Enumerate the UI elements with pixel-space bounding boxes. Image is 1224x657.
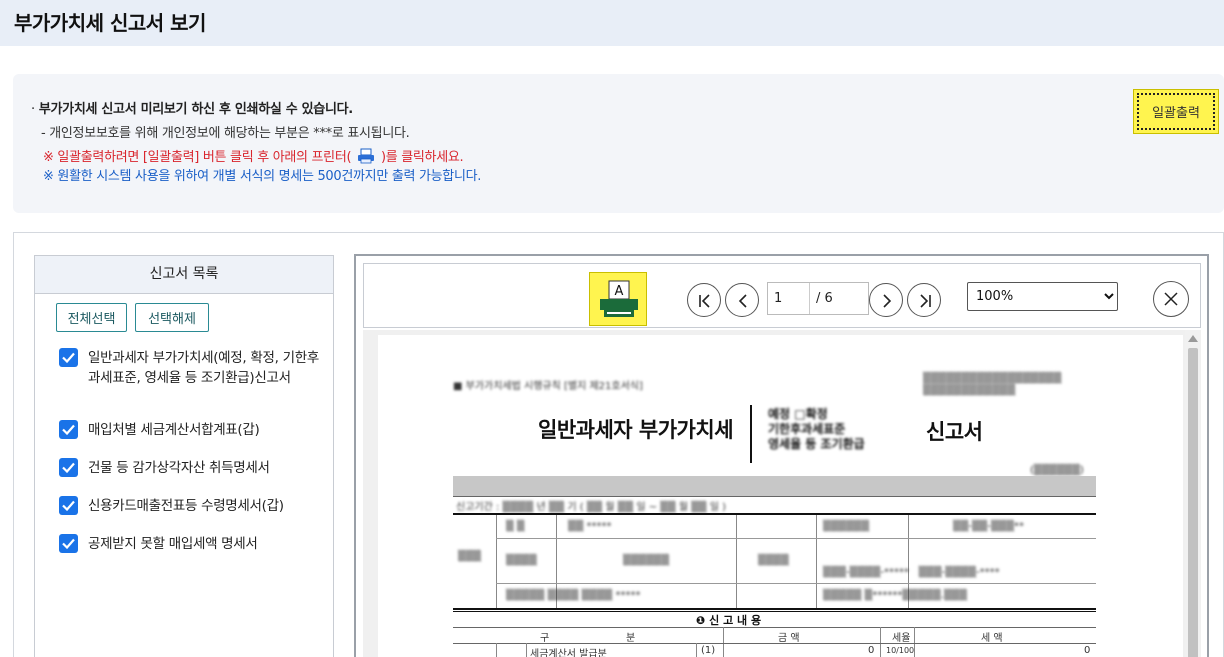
report-list-panel: 신고서 목록 전체선택 선택해제 일반과세자 부가가치세(예정, 확정, 기한후… xyxy=(34,255,334,657)
form-header-bar xyxy=(453,476,1096,496)
form-header-note: ■ 부가가치세법 시행규칙 [별지 제21호서식] xyxy=(453,381,643,392)
page-total: / 6 xyxy=(816,291,833,306)
select-all-button[interactable]: 전체선택 xyxy=(56,303,127,332)
viewer-toolbar: A / 6 xyxy=(363,263,1201,328)
page-indicator: / 6 xyxy=(767,282,869,315)
form-cell: ▒▒▒▒ xyxy=(506,555,537,566)
row-code: (1) xyxy=(701,645,716,656)
printer-icon: A xyxy=(600,280,638,317)
checkbox-checked-icon[interactable] xyxy=(59,420,78,439)
form-cell: ▒▒▒ xyxy=(458,551,482,562)
document-page: ■ 부가가치세법 시행규칙 [별지 제21호서식] ▒▒▒▒▒▒▒▒▒▒▒▒▒▒… xyxy=(378,335,1183,657)
document-viewer: A / 6 xyxy=(354,254,1209,657)
rule xyxy=(453,643,1096,644)
notice-line-1: · 부가가치세 신고서 미리보기 하신 후 인쇄하실 수 있습니다. xyxy=(31,102,353,117)
row-label: 세금계산서 발급분 xyxy=(530,649,607,657)
close-viewer-button[interactable] xyxy=(1153,281,1189,317)
column-header: 세 액 xyxy=(981,633,1003,644)
rule xyxy=(526,643,527,657)
notice-line-4: ※ 원활한 시스템 사용을 위하여 개별 서식의 명세는 500건까지만 출력 … xyxy=(43,169,482,184)
report-item-label: 건물 등 감가상각자산 취득명세서 xyxy=(88,460,270,476)
section-title: ❶ 신 고 내 용 xyxy=(696,614,762,627)
form-cell: ▒▒▒▒ xyxy=(758,555,789,566)
form-period-line: 신고기간 : ▒▒▒▒ 년 ▒▒ 기 ( ▒▒ 월 ▒▒ 일 ~ ▒▒ 월 ▒▒… xyxy=(456,502,727,513)
checkbox-checked-icon[interactable] xyxy=(59,496,78,515)
rule xyxy=(496,643,497,657)
report-item[interactable]: 일반과세자 부가가치세(예정, 확정, 기한후과세표준, 영세율 등 조기환급)… xyxy=(59,348,321,388)
rule xyxy=(816,515,817,608)
form-cell: ▒ ▒ xyxy=(506,521,525,532)
chevron-left-icon xyxy=(738,294,747,308)
rule xyxy=(496,583,1096,584)
rule xyxy=(496,515,497,608)
checkbox-checked-icon[interactable] xyxy=(59,458,78,477)
scroll-up-icon[interactable] xyxy=(1188,335,1198,342)
form-header-right: ▒▒▒▒▒▒▒▒▒▒▒▒▒▒▒▒▒▒ ▒▒▒▒▒▒▒▒▒▒▒▒ xyxy=(923,373,1062,396)
form-cell: ▒▒▒▒▒ ▒▒▒▒ ▒▒▒▒ ***** xyxy=(506,590,641,601)
report-item[interactable]: 공제받지 못할 매입세액 명세서 xyxy=(59,534,321,554)
row-tax: 0 xyxy=(1084,645,1091,656)
next-page-button[interactable] xyxy=(869,283,903,317)
rule xyxy=(880,627,881,657)
rule xyxy=(453,611,1096,612)
column-header: 금 액 xyxy=(778,633,800,644)
rule xyxy=(453,513,1096,515)
title-divider xyxy=(750,405,752,463)
report-item-label: 공제받지 못할 매입세액 명세서 xyxy=(88,536,258,552)
rule xyxy=(736,515,737,608)
rule xyxy=(453,608,1096,610)
bulk-print-button[interactable]: 일괄출력 xyxy=(1133,89,1219,134)
rule xyxy=(696,643,697,657)
rule xyxy=(453,496,1096,497)
last-page-icon xyxy=(920,294,931,308)
checkbox-checked-icon[interactable] xyxy=(59,348,78,367)
report-item-label: 매입처별 세금계산서합계표(갑) xyxy=(88,422,260,438)
rule xyxy=(453,627,1096,628)
report-item-label: 신용카드매출전표등 수령명세서(갑) xyxy=(88,498,284,514)
report-item[interactable]: 건물 등 감가상각자산 취득명세서 xyxy=(59,458,321,478)
page-number-input[interactable] xyxy=(768,283,810,314)
rule xyxy=(496,538,1096,539)
zoom-select[interactable]: 100% xyxy=(967,282,1118,311)
row-rate: 10/100 xyxy=(886,646,915,655)
close-icon xyxy=(1164,292,1178,306)
printer-icon xyxy=(357,148,375,164)
form-cell: ▒▒▒▒▒▒ xyxy=(823,521,870,532)
print-button[interactable]: A xyxy=(589,272,647,326)
form-title-left: 일반과세자 부가가치세 xyxy=(538,418,734,442)
title-bar: 부가가치세 신고서 보기 xyxy=(0,0,1224,46)
column-header: 분 xyxy=(626,633,636,644)
report-list-header: 신고서 목록 xyxy=(35,256,333,294)
document-area[interactable]: ■ 부가가치세법 시행규칙 [별지 제21호서식] ▒▒▒▒▒▒▒▒▒▒▒▒▒▒… xyxy=(363,330,1201,657)
page-title: 부가가치세 신고서 보기 xyxy=(14,11,206,35)
checkbox-checked-icon[interactable] xyxy=(59,534,78,553)
form-cell: ▒▒▒▒▒ ▒******▒▒▒▒▒.▒▒▒ xyxy=(823,590,968,601)
notice-line-2: - 개인정보보호를 위해 개인정보에 해당하는 부분은 ***로 표시됩니다. xyxy=(41,126,410,141)
form-title-right: 신고서 xyxy=(926,420,983,444)
notice-box: · 부가가치세 신고서 미리보기 하신 후 인쇄하실 수 있습니다. - 개인정보… xyxy=(13,74,1224,213)
notice-line-3: ※ 일괄출력하려면 [일괄출력] 버튼 클릭 후 아래의 프린터( )를 클릭하… xyxy=(43,148,464,165)
svg-text:A: A xyxy=(615,284,624,299)
column-header: 구 xyxy=(540,633,550,644)
report-item-label: 일반과세자 부가가치세(예정, 확정, 기한후과세표준, 영세율 등 조기환급)… xyxy=(88,350,319,386)
form-cell: ▒▒-▒▒-▒▒▒** xyxy=(953,521,1025,532)
column-header: 세율 xyxy=(892,633,911,644)
first-page-icon xyxy=(699,294,710,308)
first-page-button[interactable] xyxy=(687,283,721,317)
form-cell: ▒▒ ***** xyxy=(568,521,612,532)
form-page-note: (▒▒▒▒▒▒) xyxy=(1030,465,1084,476)
form-title-options: 예정 □확정 기한후과세표준 영세율 등 조기환급 xyxy=(768,407,865,451)
last-page-button[interactable] xyxy=(907,283,941,317)
report-item[interactable]: 신용카드매출전표등 수령명세서(갑) xyxy=(59,496,321,516)
form-cell: ▒▒▒-▒▒▒▒-***** ▒▒▒-▒▒▒▒-**** xyxy=(823,567,1000,578)
report-item[interactable]: 매입처별 세금계산서합계표(갑) xyxy=(59,420,321,440)
rule xyxy=(723,627,724,657)
form-cell: ▒▒▒▒▒▒ xyxy=(623,555,670,566)
chevron-right-icon xyxy=(883,294,892,308)
prev-page-button[interactable] xyxy=(725,283,759,317)
deselect-button[interactable]: 선택해제 xyxy=(135,303,209,332)
row-amount: 0 xyxy=(868,645,875,656)
vertical-scrollbar[interactable] xyxy=(1185,330,1201,657)
scroll-thumb[interactable] xyxy=(1188,348,1198,657)
